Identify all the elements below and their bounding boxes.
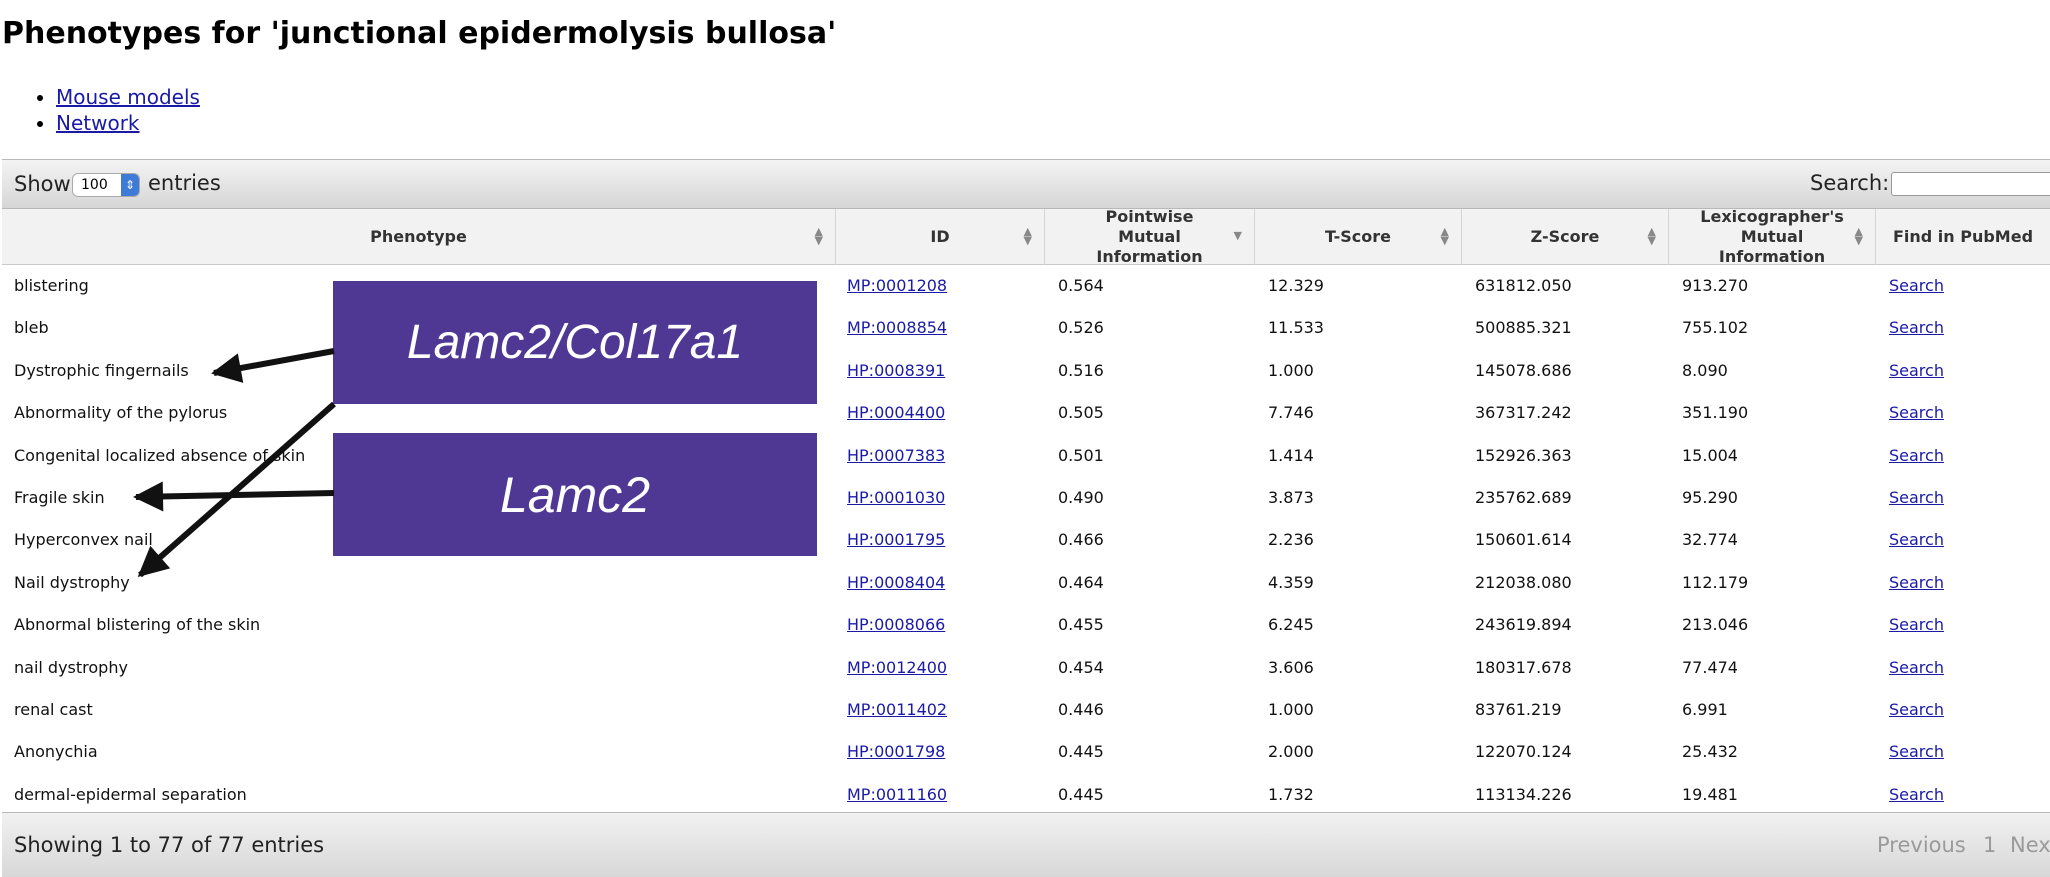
arrow-to-fragile-skin: [133, 481, 335, 512]
arrow-to-dystrophic-fingernails: [211, 348, 335, 383]
arrow-to-nail-dystrophy: [137, 401, 336, 578]
annotation-arrows: [133, 348, 336, 578]
